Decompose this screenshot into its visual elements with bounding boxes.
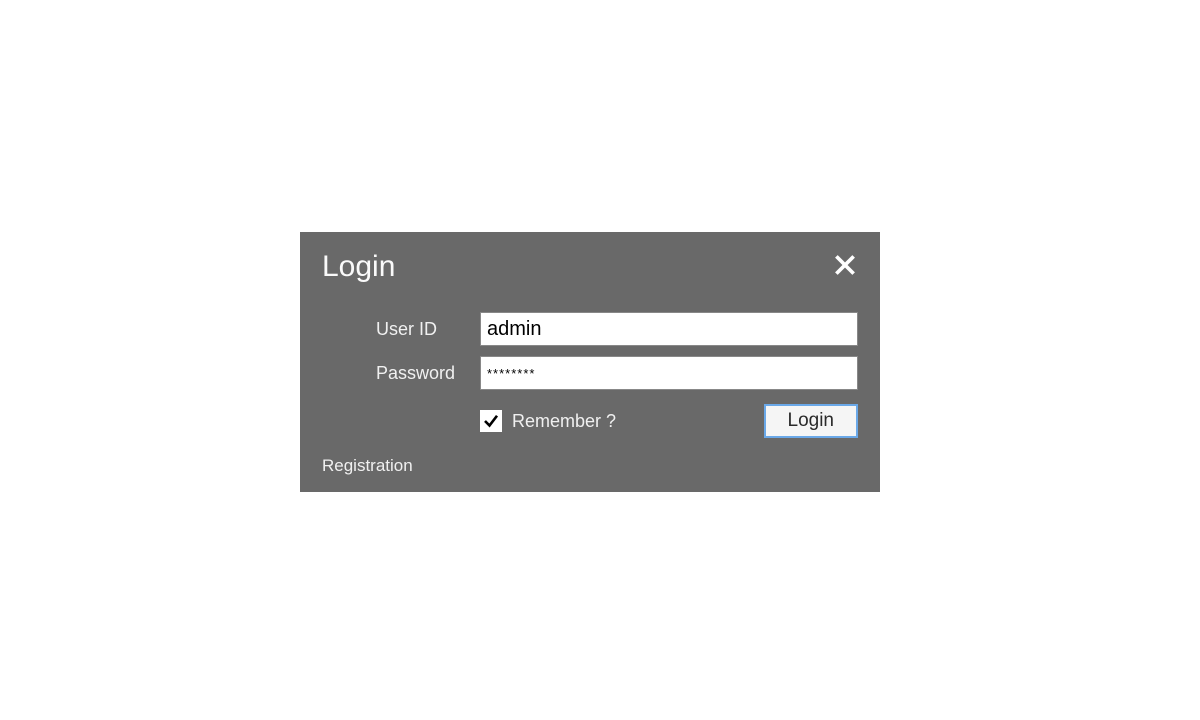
user-id-input[interactable] [480,312,858,346]
user-id-label: User ID [376,319,480,340]
remember-checkbox[interactable] [480,410,502,432]
dialog-title: Login [322,250,395,284]
checkmark-icon [482,412,500,430]
remember-label: Remember ? [512,411,616,432]
password-row: Password [322,356,858,390]
remember-group: Remember ? [480,410,616,432]
registration-link[interactable]: Registration [322,456,413,476]
close-button[interactable] [832,252,858,278]
controls-row: Remember ? Login [322,404,858,438]
dialog-header: Login [322,250,858,284]
login-dialog: Login User ID Password Remember ? Login … [300,232,880,492]
login-button[interactable]: Login [764,404,859,438]
password-input[interactable] [480,356,858,390]
close-icon [834,254,856,276]
password-label: Password [376,363,480,384]
user-id-row: User ID [322,312,858,346]
